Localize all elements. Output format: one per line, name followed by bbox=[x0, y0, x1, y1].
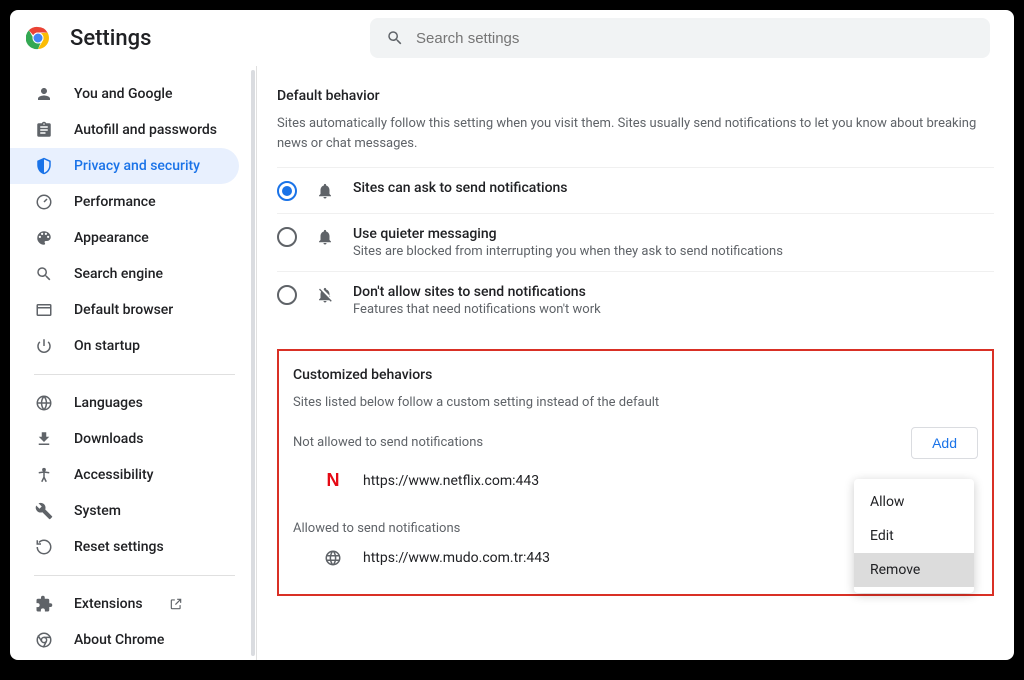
nav-label: Privacy and security bbox=[74, 158, 200, 174]
nav-label: System bbox=[74, 503, 121, 519]
radio-unchecked-icon[interactable] bbox=[277, 227, 297, 247]
customized-desc: Sites listed below follow a custom setti… bbox=[293, 393, 978, 413]
sidebar-item-privacy-security[interactable]: Privacy and security bbox=[10, 148, 239, 184]
sidebar-item-downloads[interactable]: Downloads bbox=[10, 421, 239, 457]
chrome-logo-icon bbox=[26, 26, 50, 50]
nav-label: Default browser bbox=[74, 302, 173, 318]
nav-label: Appearance bbox=[74, 230, 149, 246]
clipboard-icon bbox=[34, 121, 54, 139]
sidebar-item-system[interactable]: System bbox=[10, 493, 239, 529]
nav-label: About Chrome bbox=[74, 632, 164, 648]
customized-title: Customized behaviors bbox=[293, 367, 978, 383]
option-title: Don't allow sites to send notifications bbox=[353, 284, 994, 300]
nav-label: Accessibility bbox=[74, 467, 153, 483]
nav-label: Autofill and passwords bbox=[74, 122, 217, 138]
palette-icon bbox=[34, 229, 54, 247]
sidebar-item-default-browser[interactable]: Default browser bbox=[10, 292, 239, 328]
settings-app: Settings You and Google Autofill and pas… bbox=[10, 10, 1014, 660]
menu-item-remove[interactable]: Remove bbox=[854, 553, 974, 587]
header: Settings bbox=[10, 10, 1014, 66]
reset-icon bbox=[34, 538, 54, 556]
speedometer-icon bbox=[34, 193, 54, 211]
menu-item-edit[interactable]: Edit bbox=[854, 519, 974, 553]
external-link-icon bbox=[169, 597, 183, 611]
sidebar-item-search-engine[interactable]: Search engine bbox=[10, 256, 239, 292]
radio-checked-icon[interactable] bbox=[277, 181, 297, 201]
power-icon bbox=[34, 337, 54, 355]
nav-label: Languages bbox=[74, 395, 143, 411]
nav-label: Reset settings bbox=[74, 539, 164, 555]
sidebar-item-performance[interactable]: Performance bbox=[10, 184, 239, 220]
wrench-icon bbox=[34, 502, 54, 520]
sidebar: You and Google Autofill and passwords Pr… bbox=[10, 66, 256, 660]
option-sub: Sites are blocked from interrupting you … bbox=[353, 244, 994, 259]
page-title: Settings bbox=[70, 26, 151, 51]
search-input[interactable] bbox=[416, 30, 974, 47]
search-box[interactable] bbox=[370, 18, 990, 58]
menu-item-allow[interactable]: Allow bbox=[854, 485, 974, 519]
sidebar-item-languages[interactable]: Languages bbox=[10, 385, 239, 421]
sidebar-item-extensions[interactable]: Extensions bbox=[10, 586, 239, 622]
content-area: Default behavior Sites automatically fol… bbox=[256, 66, 1014, 660]
scrollbar[interactable] bbox=[251, 70, 255, 656]
bell-icon bbox=[315, 228, 335, 246]
allowed-label: Allowed to send notifications bbox=[293, 521, 460, 536]
sidebar-item-on-startup[interactable]: On startup bbox=[10, 328, 239, 364]
customized-behaviors-box: Customized behaviors Sites listed below … bbox=[277, 349, 994, 596]
body: You and Google Autofill and passwords Pr… bbox=[10, 66, 1014, 660]
option-title: Sites can ask to send notifications bbox=[353, 180, 994, 196]
globe-favicon-icon bbox=[323, 548, 343, 568]
default-behavior-desc: Sites automatically follow this setting … bbox=[277, 114, 994, 153]
default-behavior-title: Default behavior bbox=[277, 88, 994, 104]
nav-label: You and Google bbox=[74, 86, 172, 102]
bell-off-icon bbox=[315, 286, 335, 304]
blocked-label: Not allowed to send notifications bbox=[293, 435, 483, 450]
nav-label: Downloads bbox=[74, 431, 143, 447]
option-sub: Features that need notifications won't w… bbox=[353, 302, 994, 317]
option-dont-allow[interactable]: Don't allow sites to send notifications … bbox=[277, 271, 994, 329]
context-menu: Allow Edit Remove bbox=[854, 479, 974, 593]
person-icon bbox=[34, 85, 54, 103]
accessibility-icon bbox=[34, 466, 54, 484]
nav-label: Search engine bbox=[74, 266, 163, 282]
chrome-icon bbox=[34, 631, 54, 649]
blocked-section-header: Not allowed to send notifications Add bbox=[293, 427, 978, 459]
search-icon bbox=[386, 29, 404, 47]
download-icon bbox=[34, 430, 54, 448]
radio-unchecked-icon[interactable] bbox=[277, 285, 297, 305]
sidebar-item-appearance[interactable]: Appearance bbox=[10, 220, 239, 256]
browser-icon bbox=[34, 301, 54, 319]
option-ask-to-send[interactable]: Sites can ask to send notifications bbox=[277, 167, 994, 213]
option-title: Use quieter messaging bbox=[353, 226, 994, 242]
add-blocked-button[interactable]: Add bbox=[911, 427, 978, 459]
nav-label: Performance bbox=[74, 194, 156, 210]
divider bbox=[34, 374, 235, 375]
search-icon bbox=[34, 265, 54, 283]
sidebar-item-about[interactable]: About Chrome bbox=[10, 622, 239, 658]
divider bbox=[34, 575, 235, 576]
sidebar-item-you-and-google[interactable]: You and Google bbox=[10, 76, 239, 112]
netflix-favicon-icon: N bbox=[323, 471, 343, 491]
site-url: https://www.mudo.com.tr:443 bbox=[363, 550, 900, 566]
bell-icon bbox=[315, 182, 335, 200]
option-quieter-messaging[interactable]: Use quieter messaging Sites are blocked … bbox=[277, 213, 994, 271]
extension-icon bbox=[34, 595, 54, 613]
shield-icon bbox=[34, 157, 54, 175]
nav-label: On startup bbox=[74, 338, 140, 354]
globe-icon bbox=[34, 394, 54, 412]
sidebar-item-autofill[interactable]: Autofill and passwords bbox=[10, 112, 239, 148]
sidebar-item-reset[interactable]: Reset settings bbox=[10, 529, 239, 565]
nav-label: Extensions bbox=[74, 596, 143, 612]
sidebar-item-accessibility[interactable]: Accessibility bbox=[10, 457, 239, 493]
